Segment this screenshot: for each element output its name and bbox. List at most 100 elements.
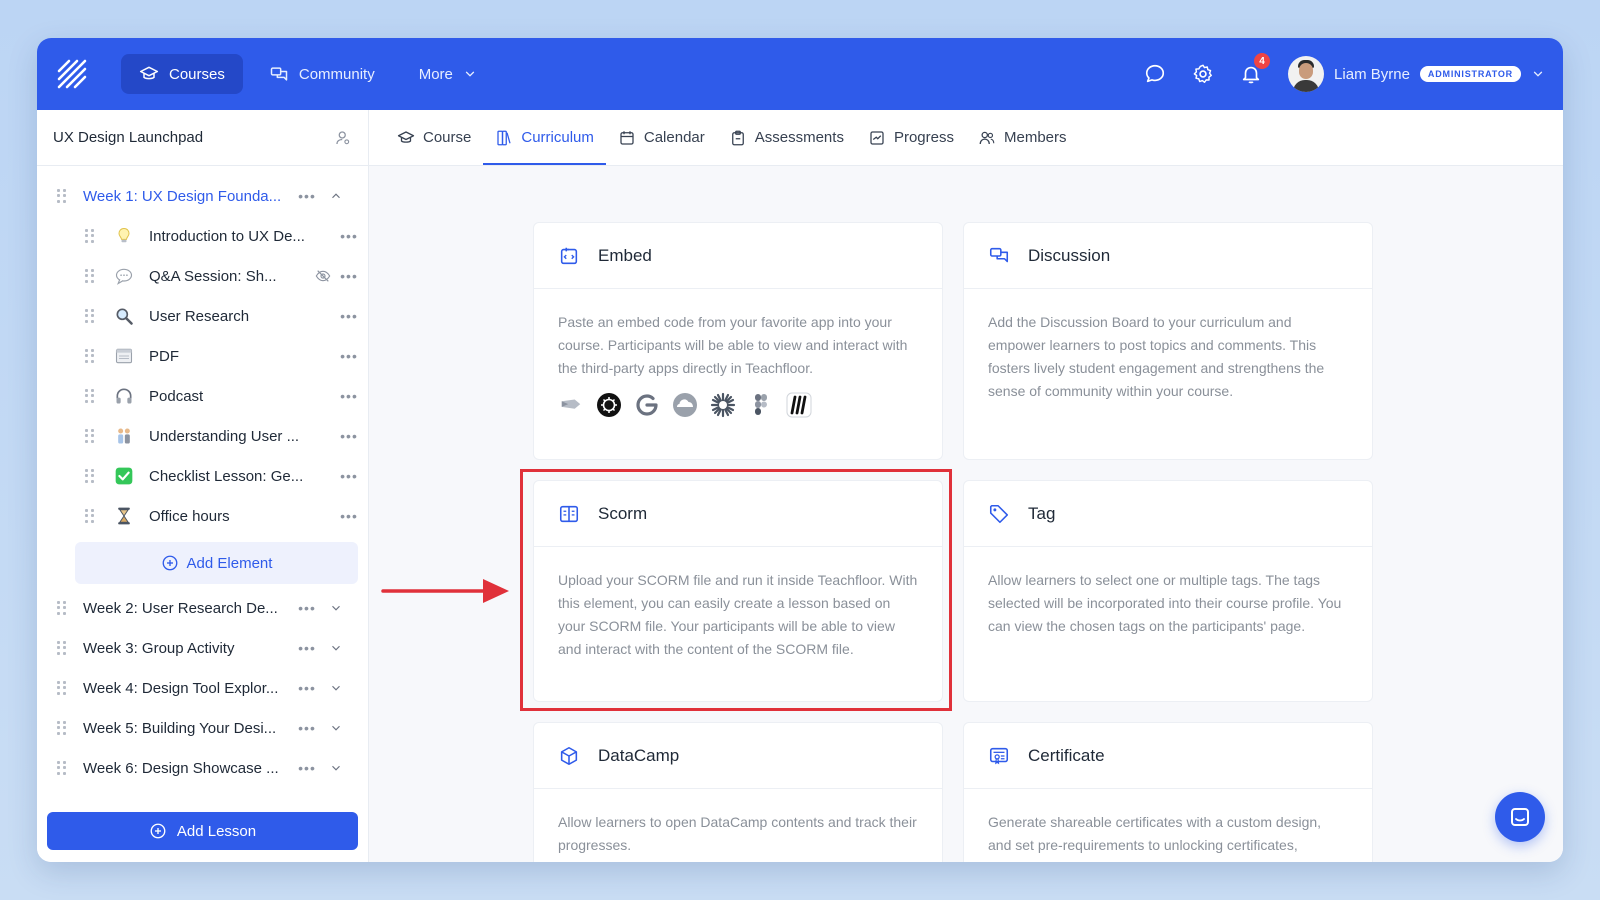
user-menu[interactable]: Liam Byrne ADMINISTRATOR <box>1288 56 1545 92</box>
more-options-icon[interactable]: ••• <box>339 428 359 444</box>
drag-handle-icon[interactable] <box>85 469 95 483</box>
more-options-icon[interactable]: ••• <box>339 308 359 324</box>
chevron-down-icon[interactable] <box>329 601 343 615</box>
more-options-icon[interactable]: ••• <box>297 640 317 656</box>
nav-more-dropdown[interactable]: More <box>401 54 495 94</box>
sidebar-lesson-6[interactable]: Understanding User ... ••• <box>37 416 368 456</box>
more-options-icon[interactable]: ••• <box>339 348 359 364</box>
week-label: Week 6: Design Showcase ... <box>83 759 279 777</box>
tab-curriculum[interactable]: Curriculum <box>483 110 606 165</box>
curriculum-sidebar: Week 1: UX Design Founda... ••• Introduc… <box>37 166 369 862</box>
chevron-down-icon[interactable] <box>329 761 343 775</box>
chevron-down-icon[interactable] <box>329 641 343 655</box>
nav-community-button[interactable]: Community <box>251 54 393 94</box>
sidebar-lesson-1[interactable]: Introduction to UX De... ••• <box>37 216 368 256</box>
sidebar-week-3[interactable]: Week 3: Group Activity ••• <box>37 628 368 668</box>
certificate-card[interactable]: Certificate Generate shareable certifica… <box>963 722 1373 862</box>
card-title: DataCamp <box>598 745 680 765</box>
tab-calendar[interactable]: Calendar <box>606 110 717 165</box>
sidebar-lesson-3[interactable]: User Research ••• <box>37 296 368 336</box>
embed-card[interactable]: Embed Paste an embed code from your favo… <box>533 222 943 460</box>
sidebar-week-5[interactable]: Week 5: Building Your Desi... ••• <box>37 708 368 748</box>
miro-app-icon <box>786 392 812 418</box>
graduation-cap-icon <box>397 130 415 143</box>
sidebar-week-4[interactable]: Week 4: Design Tool Explor... ••• <box>37 668 368 708</box>
more-options-icon[interactable]: ••• <box>297 760 317 776</box>
lesson-label: Checklist Lesson: Ge... <box>149 467 304 485</box>
element-picker-panel: Embed Paste an embed code from your favo… <box>369 166 1563 862</box>
drag-handle-icon[interactable] <box>57 681 67 695</box>
support-chat-button[interactable] <box>1495 792 1545 842</box>
more-options-icon[interactable]: ••• <box>339 228 359 244</box>
nav-courses-label: Courses <box>169 65 225 83</box>
teachfloor-logo-icon[interactable] <box>55 57 89 91</box>
chevron-down-icon[interactable] <box>329 721 343 735</box>
more-options-icon[interactable]: ••• <box>297 680 317 696</box>
more-options-icon[interactable]: ••• <box>339 468 359 484</box>
sidebar-week-6[interactable]: Week 6: Design Showcase ... ••• <box>37 748 368 788</box>
cube-icon <box>560 746 578 765</box>
user-settings-icon[interactable] <box>334 129 352 147</box>
speech-bubble-icon <box>113 265 135 287</box>
drag-handle-icon[interactable] <box>85 349 95 363</box>
sidebar-lesson-5[interactable]: Podcast ••• <box>37 376 368 416</box>
sidebar-week-2[interactable]: Week 2: User Research De... ••• <box>37 588 368 628</box>
chevron-down-icon[interactable] <box>329 681 343 695</box>
drag-handle-icon[interactable] <box>85 229 95 243</box>
more-options-icon[interactable]: ••• <box>297 188 317 204</box>
drag-handle-icon[interactable] <box>85 389 95 403</box>
notifications-bell-icon[interactable]: 4 <box>1240 53 1271 85</box>
more-options-icon[interactable]: ••• <box>339 268 359 284</box>
loom-app-icon <box>558 392 584 418</box>
sidebar-lesson-4[interactable]: PDF ••• <box>37 336 368 376</box>
sidebar-lesson-8[interactable]: Office hours ••• <box>37 496 368 536</box>
chat-bubbles-icon <box>989 247 1009 262</box>
headphones-icon <box>113 385 135 407</box>
datacamp-card[interactable]: DataCamp Allow learners to open DataCamp… <box>533 722 943 862</box>
tag-card[interactable]: Tag Allow learners to select one or mult… <box>963 480 1373 702</box>
messages-icon[interactable] <box>1144 63 1166 85</box>
more-options-icon[interactable]: ••• <box>297 600 317 616</box>
drag-handle-icon[interactable] <box>57 189 67 203</box>
drag-handle-icon[interactable] <box>57 641 67 655</box>
sidebar-lesson-2[interactable]: Q&A Session: Sh... ••• <box>37 256 368 296</box>
drag-handle-icon[interactable] <box>57 601 67 615</box>
course-subheader: UX Design Launchpad Course Curriculum Ca… <box>37 110 1563 166</box>
drag-handle-icon[interactable] <box>57 721 67 735</box>
eye-hidden-icon[interactable] <box>315 268 331 284</box>
card-description: Paste an embed code from your favorite a… <box>558 314 908 376</box>
card-title: Discussion <box>1028 245 1111 265</box>
add-element-button[interactable]: Add Element <box>75 542 358 584</box>
tab-course[interactable]: Course <box>385 110 483 165</box>
top-navbar: Courses Community More 4 Liam Byrne ADMI… <box>37 38 1563 110</box>
drag-handle-icon[interactable] <box>57 761 67 775</box>
sidebar-week-1[interactable]: Week 1: UX Design Founda... ••• <box>37 176 368 216</box>
notifications-badge: 4 <box>1254 53 1271 69</box>
card-title: Embed <box>598 245 652 265</box>
avatar <box>1288 56 1325 92</box>
settings-gear-icon[interactable] <box>1192 63 1214 85</box>
more-options-icon[interactable]: ••• <box>297 720 317 736</box>
tab-assessments[interactable]: Assessments <box>717 110 856 165</box>
graduation-cap-icon <box>139 66 159 80</box>
nav-courses-button[interactable]: Courses <box>121 54 243 94</box>
tab-members[interactable]: Members <box>966 110 1079 165</box>
more-options-icon[interactable]: ••• <box>339 388 359 404</box>
chevron-up-icon[interactable] <box>329 189 343 203</box>
sidebar-lesson-7[interactable]: Checklist Lesson: Ge... ••• <box>37 456 368 496</box>
add-lesson-button[interactable]: Add Lesson <box>47 812 358 850</box>
tab-assessments-label: Assessments <box>754 129 844 146</box>
user-name: Liam Byrne <box>1334 65 1410 83</box>
drag-handle-icon[interactable] <box>85 509 95 523</box>
more-options-icon[interactable]: ••• <box>339 508 359 524</box>
soundcloud-app-icon <box>672 392 698 418</box>
lightbulb-icon <box>113 225 135 247</box>
drag-handle-icon[interactable] <box>85 269 95 283</box>
discussion-card[interactable]: Discussion Add the Discussion Board to y… <box>963 222 1373 460</box>
tab-progress[interactable]: Progress <box>856 110 966 165</box>
lesson-label: Podcast <box>149 387 204 405</box>
drag-handle-icon[interactable] <box>85 429 95 443</box>
lesson-label: Office hours <box>149 507 230 525</box>
drag-handle-icon[interactable] <box>85 309 95 323</box>
lesson-label: User Research <box>149 307 250 325</box>
